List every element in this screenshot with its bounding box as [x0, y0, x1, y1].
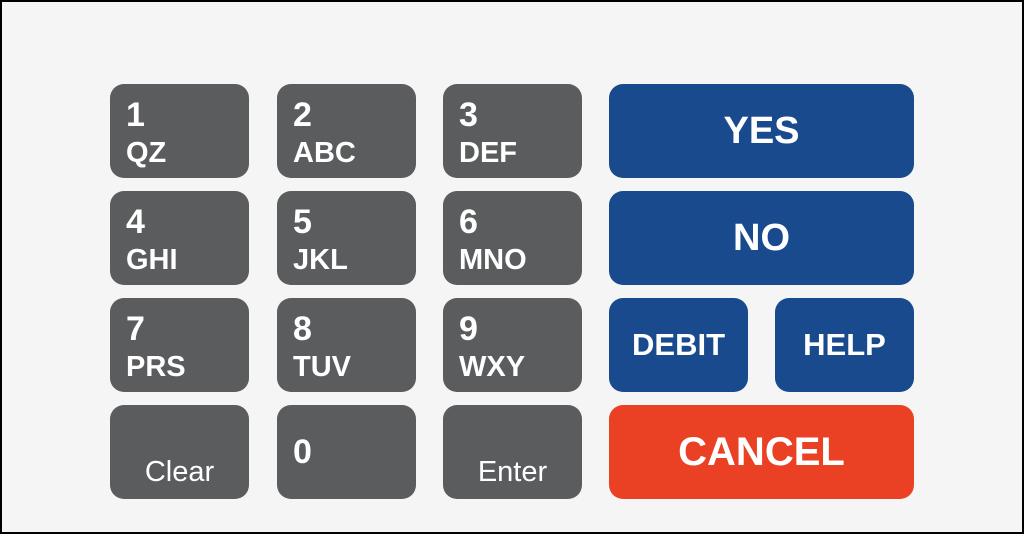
yes-button[interactable]: YES [609, 84, 914, 178]
key-number: 2 [293, 96, 312, 134]
no-label: NO [733, 216, 790, 259]
key-4[interactable]: 4 GHI [110, 191, 249, 285]
key-number: 3 [459, 96, 478, 134]
key-number: 9 [459, 310, 478, 348]
cancel-button[interactable]: CANCEL [609, 405, 914, 499]
key-8[interactable]: 8 TUV [277, 298, 416, 392]
key-letters: MNO [459, 244, 527, 276]
key-7[interactable]: 7 PRS [110, 298, 249, 392]
help-label: HELP [803, 327, 886, 362]
enter-key[interactable]: Enter [443, 405, 582, 499]
no-button[interactable]: NO [609, 191, 914, 285]
key-number: 6 [459, 203, 478, 241]
key-letters: TUV [293, 351, 351, 383]
keypad-panel: 1 QZ 2 ABC 3 DEF 4 GHI 5 JKL 6 MNO 7 PRS… [2, 2, 1022, 532]
clear-key[interactable]: Clear [110, 405, 249, 499]
key-3[interactable]: 3 DEF [443, 84, 582, 178]
key-5[interactable]: 5 JKL [277, 191, 416, 285]
key-number: 8 [293, 310, 312, 348]
help-button[interactable]: HELP [775, 298, 914, 392]
yes-label: YES [723, 109, 800, 152]
key-number: 1 [126, 96, 145, 134]
key-letters: JKL [293, 244, 348, 276]
key-letters: PRS [126, 351, 186, 383]
key-letters: GHI [126, 244, 178, 276]
key-9[interactable]: 9 WXY [443, 298, 582, 392]
key-letters: ABC [293, 137, 356, 169]
key-0[interactable]: 0 [277, 405, 416, 499]
key-number: 7 [126, 310, 145, 348]
key-number: 5 [293, 203, 312, 241]
debit-label: DEBIT [632, 327, 725, 362]
key-6[interactable]: 6 MNO [443, 191, 582, 285]
key-number: 0 [293, 433, 312, 471]
enter-label: Enter [477, 456, 548, 488]
key-number: 4 [126, 203, 145, 241]
key-2[interactable]: 2 ABC [277, 84, 416, 178]
key-1[interactable]: 1 QZ [110, 84, 249, 178]
key-letters: QZ [126, 137, 167, 169]
debit-button[interactable]: DEBIT [609, 298, 748, 392]
clear-label: Clear [144, 456, 215, 488]
key-letters: WXY [459, 351, 526, 383]
cancel-label: CANCEL [678, 429, 845, 474]
key-letters: DEF [459, 137, 517, 169]
